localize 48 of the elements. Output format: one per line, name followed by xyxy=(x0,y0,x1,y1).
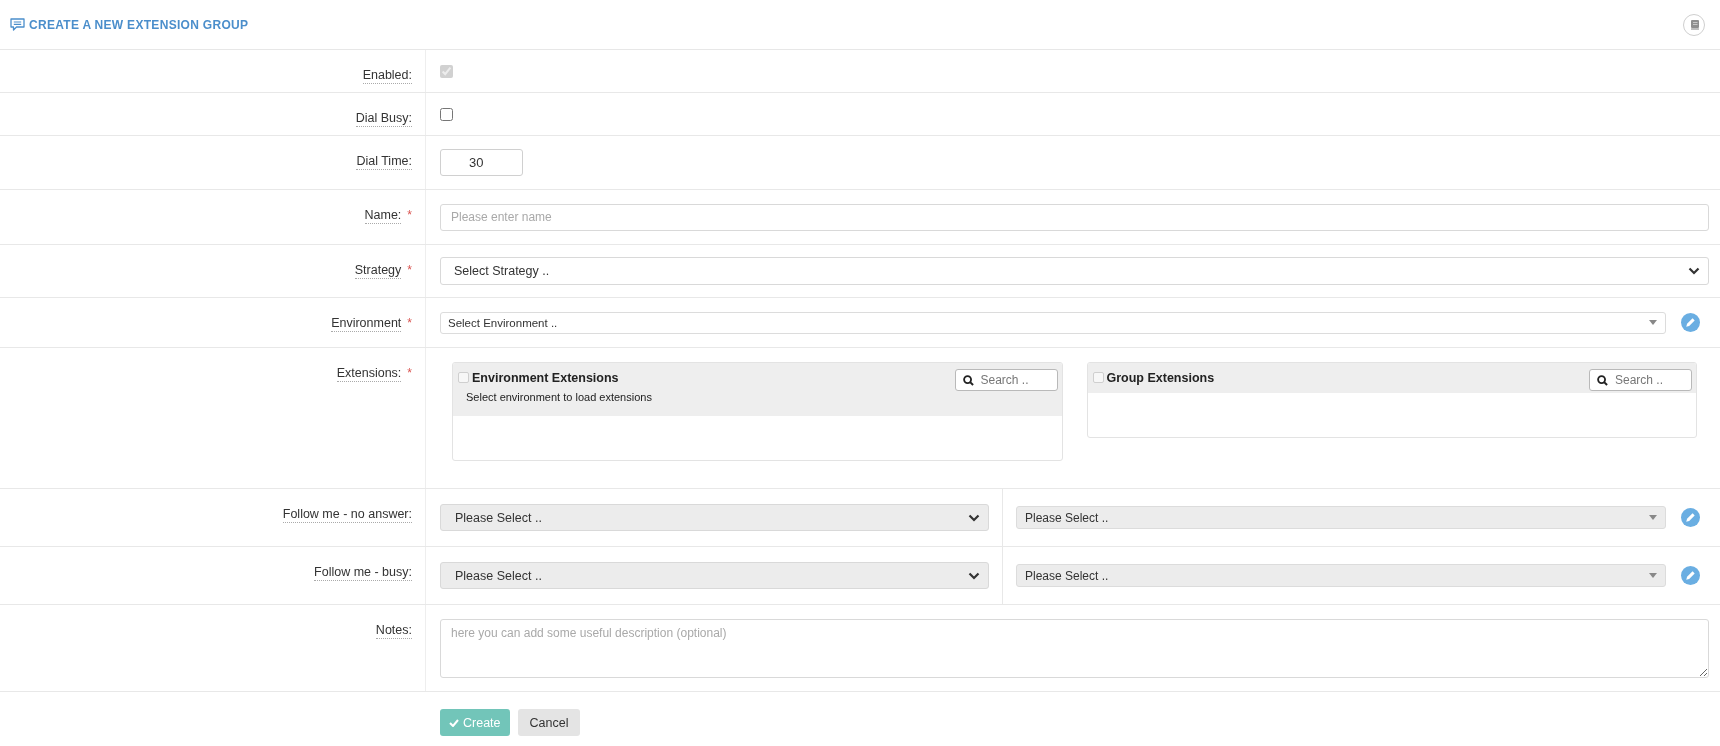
panel-message: Select environment to load extensions xyxy=(466,390,652,404)
field-label: Follow me - busy: xyxy=(314,565,412,581)
required-mark: * xyxy=(407,208,412,223)
panel-title: Group Extensions xyxy=(1106,370,1215,385)
required-mark: * xyxy=(407,366,412,381)
book-button[interactable] xyxy=(1683,13,1705,36)
chevron-down-icon xyxy=(968,571,980,580)
follow-me-select[interactable]: Please Select .. xyxy=(440,562,989,589)
destination-select[interactable]: Please Select .. xyxy=(1016,506,1666,529)
check-icon xyxy=(449,718,459,727)
field-label: Follow me - no answer: xyxy=(282,507,412,523)
notes-field[interactable]: here you can add some useful description (optional) xyxy=(440,619,1709,678)
pencil-icon[interactable] xyxy=(1681,313,1700,332)
search-icon xyxy=(962,375,974,386)
chevron-down-icon xyxy=(1688,267,1700,275)
field-label: Dial Busy: xyxy=(355,111,412,127)
search-field[interactable]: Search .. xyxy=(1589,369,1692,391)
strategy-select[interactable]: Select Strategy .. xyxy=(440,257,1709,285)
required-mark: * xyxy=(407,316,412,331)
panel-title: Environment Extensions xyxy=(472,370,619,385)
book-icon xyxy=(1689,19,1699,30)
checkbox[interactable] xyxy=(440,107,453,121)
environment-select[interactable]: Select Environment .. xyxy=(440,311,1666,334)
field-label: Dial Time: xyxy=(356,154,412,170)
follow-me-select[interactable]: Please Select .. xyxy=(440,504,989,531)
field-label: Strategy xyxy=(354,263,402,279)
search-icon xyxy=(1597,375,1608,386)
field-label: Extensions: xyxy=(336,366,402,382)
required-mark: * xyxy=(407,263,412,278)
caret-down-icon xyxy=(1649,515,1657,520)
checkbox[interactable] xyxy=(458,372,469,383)
dial-time-field[interactable]: 30 xyxy=(440,149,523,176)
chevron-down-icon xyxy=(968,513,980,522)
pencil-icon[interactable] xyxy=(1681,508,1700,527)
search-field[interactable]: Search .. xyxy=(954,369,1058,391)
checkbox[interactable] xyxy=(1092,372,1104,383)
comment-icon xyxy=(10,18,25,31)
destination-select[interactable]: Please Select .. xyxy=(1016,564,1666,587)
field-label: Environment xyxy=(331,316,402,332)
field-label: Name: xyxy=(364,208,402,224)
caret-down-icon xyxy=(1649,320,1657,325)
field-label: Enabled: xyxy=(362,68,412,84)
page-title: CREATE A NEW EXTENSION GROUP xyxy=(29,17,249,32)
pencil-icon[interactable] xyxy=(1681,566,1700,585)
field-label: Notes: xyxy=(375,623,412,639)
cancel-button[interactable]: Cancel xyxy=(517,709,581,736)
caret-down-icon xyxy=(1649,573,1657,578)
name-field[interactable]: Please enter name xyxy=(440,203,1709,231)
